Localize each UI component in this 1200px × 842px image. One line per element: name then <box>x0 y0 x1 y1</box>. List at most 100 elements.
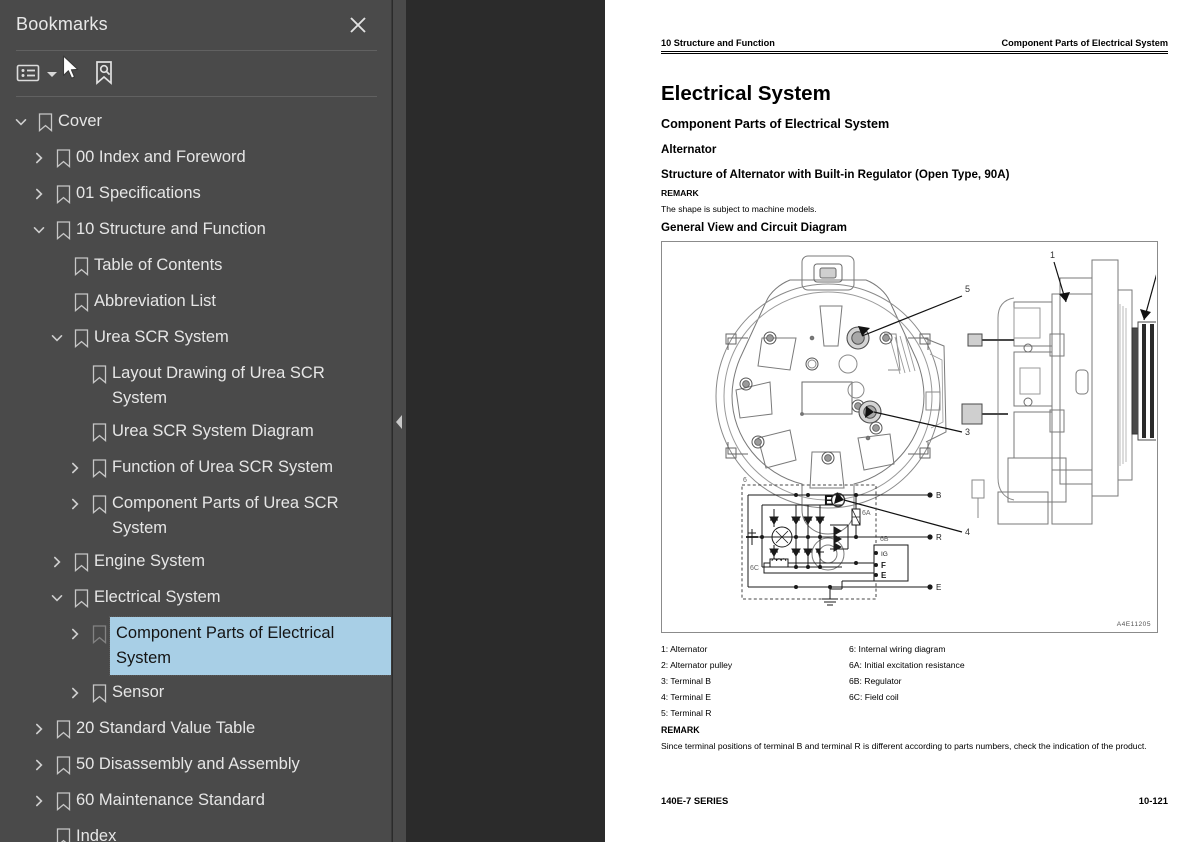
bookmark-item[interactable]: Urea SCR System Diagram <box>0 414 391 450</box>
bookmark-item[interactable]: 00 Index and Foreword <box>0 140 391 176</box>
terminal-E: E <box>936 583 941 592</box>
twisty-collapsed[interactable] <box>64 617 86 651</box>
document-viewer[interactable]: 10 Structure and Function Component Part… <box>406 0 1200 842</box>
bookmark-label: 50 Disassembly and Assembly <box>76 755 300 773</box>
bookmark-item[interactable]: Sensor <box>0 675 391 711</box>
bookmark-icon <box>92 494 106 514</box>
bookmark-item[interactable]: Layout Drawing of Urea SCR System <box>0 356 391 414</box>
bookmark-item[interactable]: Component Parts of Urea SCR System <box>0 486 391 544</box>
chevron-right-icon <box>36 723 43 735</box>
bookmark-item[interactable]: Index <box>0 819 391 842</box>
twisty-collapsed[interactable] <box>28 712 50 746</box>
chevron-right-icon <box>36 152 43 164</box>
twisty-expanded[interactable] <box>28 213 50 247</box>
legend-item: 1: Alternator <box>661 644 708 654</box>
circuit-label-6: 6 <box>743 477 747 484</box>
bookmark-icon-wrap <box>68 285 94 319</box>
bookmark-icon <box>56 755 70 775</box>
running-header-rule <box>661 51 1168 54</box>
chevron-down-icon <box>51 595 63 602</box>
bookmark-item[interactable]: 60 Maintenance Standard <box>0 783 391 819</box>
bookmark-item[interactable]: Table of Contents <box>0 248 391 284</box>
bookmark-label: Component Parts of Urea SCR System <box>112 494 339 537</box>
bookmark-item[interactable]: 10 Structure and Function <box>0 212 391 248</box>
footer-page-number: 10-121 <box>1138 795 1168 806</box>
chevron-down-icon <box>33 227 45 234</box>
running-header-left: 10 Structure and Function <box>661 38 775 48</box>
twisty-collapsed[interactable] <box>28 177 50 211</box>
bookmark-item[interactable]: 20 Standard Value Table <box>0 711 391 747</box>
bookmark-label: Abbreviation List <box>94 292 216 310</box>
twisty-expanded[interactable] <box>46 581 68 615</box>
bookmark-icon-wrap <box>68 321 94 355</box>
bookmarks-panel: Bookmarks Cover 00 Index and Foreword 01… <box>0 0 392 842</box>
bookmark-item[interactable]: Engine System <box>0 544 391 580</box>
legend-item: 4: Terminal E <box>661 692 711 703</box>
twisty-expanded[interactable] <box>46 321 68 355</box>
bookmark-icon-wrap <box>86 451 112 485</box>
chevron-right-icon <box>36 188 43 200</box>
bookmark-item-selected[interactable]: Component Parts of Electrical System <box>0 616 391 676</box>
bookmark-item[interactable]: 50 Disassembly and Assembly <box>0 747 391 783</box>
bookmark-icon <box>74 256 88 276</box>
regulator-pin-IG: IG <box>881 551 888 558</box>
bookmark-icon <box>56 148 70 168</box>
bookmark-icon <box>92 364 106 384</box>
page-title: Electrical System <box>661 82 831 105</box>
bookmark-icon <box>56 184 70 204</box>
remark-text: The shape is subject to machine models. <box>661 204 817 214</box>
bookmark-icon-wrap <box>50 177 76 211</box>
drawing-number: A4E11205 <box>1116 621 1151 628</box>
bookmarks-panel-title: Bookmarks <box>16 14 108 34</box>
twisty-collapsed[interactable] <box>28 748 50 782</box>
bookmark-label: Urea SCR System <box>94 328 229 346</box>
find-bookmark-icon[interactable] <box>92 58 116 88</box>
list-options-icon[interactable] <box>16 58 57 88</box>
twisty-collapsed[interactable] <box>46 545 68 579</box>
bookmark-icon-wrap <box>68 249 94 283</box>
bookmark-icon-wrap <box>86 487 112 521</box>
legend-item: 6: Internal wiring diagram <box>849 644 946 654</box>
remark-label: REMARK <box>661 188 699 198</box>
twisty-collapsed[interactable] <box>64 451 86 485</box>
bookmark-label: 01 Specifications <box>76 184 201 202</box>
bookmark-icon <box>56 791 70 811</box>
bookmarks-tree[interactable]: Cover 00 Index and Foreword 01 Specificati… <box>0 104 391 842</box>
callout-3: 3 <box>965 427 970 437</box>
legend-item: 6A: Initial excitation resistance <box>849 660 965 671</box>
legend-column-left: 1: Alternator 2: Alternator pulley 3: Term… <box>661 641 849 721</box>
bookmark-item[interactable]: Function of Urea SCR System <box>0 450 391 486</box>
circuit-label-6B: 6B <box>880 536 889 543</box>
bookmark-label: 00 Index and Foreword <box>76 148 246 166</box>
circuit-diagram-detail: 6 6A 6B 6C B R E IG F E <box>741 477 942 606</box>
chevron-right-icon <box>72 687 79 699</box>
bookmark-item[interactable]: Urea SCR System <box>0 320 391 356</box>
twisty-expanded[interactable] <box>10 105 32 139</box>
bookmark-label: Index <box>76 827 117 842</box>
bookmark-label: Engine System <box>94 552 205 570</box>
bookmark-icon <box>74 552 88 572</box>
header-divider <box>16 50 377 51</box>
legend-column-right: 6: Internal wiring diagram 6A: Initial ex… <box>849 641 965 705</box>
twisty-collapsed[interactable] <box>28 784 50 818</box>
bookmark-icon-wrap <box>32 105 58 139</box>
bookmark-label: Cover <box>58 112 103 130</box>
close-icon[interactable] <box>347 14 369 36</box>
bookmark-icon <box>92 458 106 478</box>
structure-heading: Structure of Alternator with Built-in Re… <box>661 168 1010 181</box>
twisty-collapsed[interactable] <box>64 487 86 521</box>
bookmark-icon <box>56 220 70 240</box>
twisty-collapsed[interactable] <box>28 141 50 175</box>
collapse-left-icon[interactable] <box>393 408 406 436</box>
callout-1: 1 <box>1050 250 1055 260</box>
bookmark-item[interactable]: Electrical System <box>0 580 391 616</box>
toolbar-divider <box>16 96 377 97</box>
bookmark-item[interactable]: Cover <box>0 104 391 140</box>
section-heading: Component Parts of Electrical System <box>661 117 890 131</box>
bookmark-item[interactable]: Abbreviation List <box>0 284 391 320</box>
bookmark-item[interactable]: 01 Specifications <box>0 176 391 212</box>
twisty-collapsed[interactable] <box>64 676 86 710</box>
figure-general-view-and-circuit-diagram: E 5 3 4 1 6 6A 6B 6C B R E IG F E A4E112… <box>661 241 1158 633</box>
regulator-pin-F: F <box>881 561 886 570</box>
legend-item: 6C: Field coil <box>849 692 899 703</box>
